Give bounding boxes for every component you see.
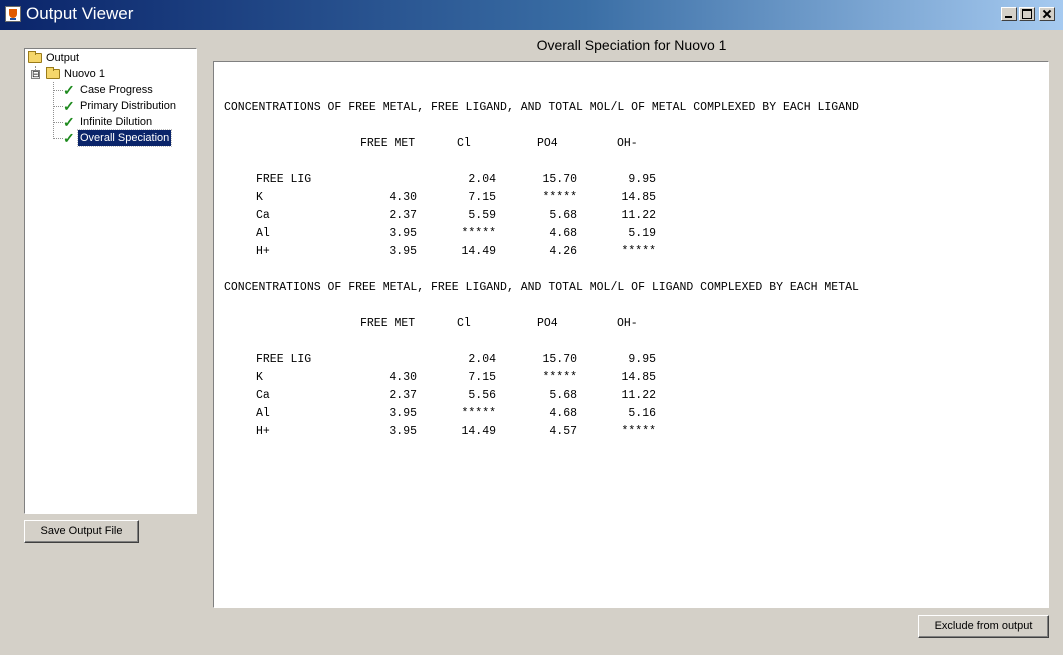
row-label: K: [256, 371, 263, 384]
row-label: H+: [256, 425, 270, 438]
table-cell: 5.56: [468, 389, 496, 402]
table-cell: *****: [461, 407, 496, 420]
tree-guide: [53, 106, 63, 107]
table-cell: 5.68: [549, 209, 577, 222]
section-heading: CONCENTRATIONS OF FREE METAL, FREE LIGAN…: [224, 101, 859, 114]
collapse-icon[interactable]: ⊟: [31, 70, 40, 79]
column-header: PO4: [537, 137, 558, 150]
table-cell: 14.85: [621, 191, 656, 204]
table-cell: 3.95: [389, 245, 417, 258]
table-cell: 2.37: [389, 209, 417, 222]
table-cell: 3.95: [389, 227, 417, 240]
output-text-area[interactable]: CONCENTRATIONS OF FREE METAL, FREE LIGAN…: [213, 61, 1049, 608]
close-button[interactable]: [1039, 7, 1055, 21]
row-label: Ca: [256, 389, 270, 402]
column-header: FREE MET: [360, 137, 416, 150]
table-cell: *****: [542, 371, 577, 384]
column-header: OH-: [617, 317, 638, 330]
column-header: OH-: [617, 137, 638, 150]
table-cell: 14.85: [621, 371, 656, 384]
table-cell: *****: [461, 227, 496, 240]
table-cell: 4.30: [389, 371, 417, 384]
table-cell: 14.49: [461, 245, 496, 258]
table-cell: 5.19: [628, 227, 656, 240]
exclude-from-output-button[interactable]: Exclude from output: [918, 615, 1049, 638]
table-cell: 5.59: [468, 209, 496, 222]
table-cell: 14.49: [461, 425, 496, 438]
table-cell: 3.95: [389, 407, 417, 420]
table-cell: *****: [621, 425, 656, 438]
tree-item-label: Infinite Dilution: [80, 116, 153, 128]
table-cell: 4.68: [549, 227, 577, 240]
check-icon: ✓: [63, 98, 75, 114]
column-header: Cl: [457, 317, 471, 330]
table-cell: 15.70: [542, 353, 577, 366]
tree-guide: [53, 122, 63, 123]
table-cell: 5.68: [549, 389, 577, 402]
panel-title: Overall Speciation for Nuovo 1: [536, 37, 727, 53]
row-label: K: [256, 191, 263, 204]
title-bar[interactable]: Output Viewer: [0, 0, 1063, 30]
table-cell: 9.95: [628, 173, 656, 186]
table-cell: 11.22: [621, 209, 656, 222]
minimize-button[interactable]: [1001, 7, 1017, 21]
tree-item-label: Case Progress: [80, 84, 153, 96]
row-label: Ca: [256, 209, 270, 222]
table-cell: 3.95: [389, 425, 417, 438]
table-cell: *****: [621, 245, 656, 258]
table-cell: 9.95: [628, 353, 656, 366]
table-cell: 2.04: [468, 353, 496, 366]
table-cell: 4.57: [549, 425, 577, 438]
row-label: Al: [256, 227, 270, 240]
table-cell: 15.70: [542, 173, 577, 186]
table-cell: 4.26: [549, 245, 577, 258]
row-label: FREE LIG: [256, 353, 312, 366]
table-cell: 4.30: [389, 191, 417, 204]
column-header: FREE MET: [360, 317, 416, 330]
table-cell: 7.15: [468, 191, 496, 204]
row-label: Al: [256, 407, 270, 420]
table-cell: 11.22: [621, 389, 656, 402]
tree-guide: [53, 138, 63, 139]
java-app-icon: [5, 6, 21, 22]
save-output-file-button[interactable]: Save Output File: [24, 520, 139, 543]
table-cell: 4.68: [549, 407, 577, 420]
table-cell: 2.04: [468, 173, 496, 186]
tree-node-label: Output: [46, 52, 80, 64]
folder-icon: [28, 51, 42, 63]
folder-icon: [46, 67, 60, 79]
section-heading: CONCENTRATIONS OF FREE METAL, FREE LIGAN…: [224, 281, 859, 294]
tree-node-label: Nuovo 1: [64, 68, 105, 80]
row-label: FREE LIG: [256, 173, 312, 186]
maximize-button[interactable]: [1019, 7, 1035, 21]
check-icon: ✓: [63, 82, 75, 98]
check-icon: ✓: [63, 114, 75, 130]
column-header: PO4: [537, 317, 558, 330]
table-cell: 2.37: [389, 389, 417, 402]
row-label: H+: [256, 245, 270, 258]
tree-item-label: Overall Speciation: [76, 129, 173, 147]
tree-item-label: Primary Distribution: [80, 100, 176, 112]
tree-node-case[interactable]: ⊟ Nuovo 1: [27, 66, 147, 82]
table-cell: 7.15: [468, 371, 496, 384]
table-cell: 5.16: [628, 407, 656, 420]
table-cell: *****: [542, 191, 577, 204]
column-header: Cl: [457, 137, 471, 150]
check-icon: ✓: [63, 130, 75, 146]
window-title: Output Viewer: [26, 4, 134, 23]
output-tree[interactable]: Output ⊟ Nuovo 1 ✓ Case Progress ✓ Prima…: [24, 48, 197, 514]
tree-guide: [53, 90, 63, 91]
